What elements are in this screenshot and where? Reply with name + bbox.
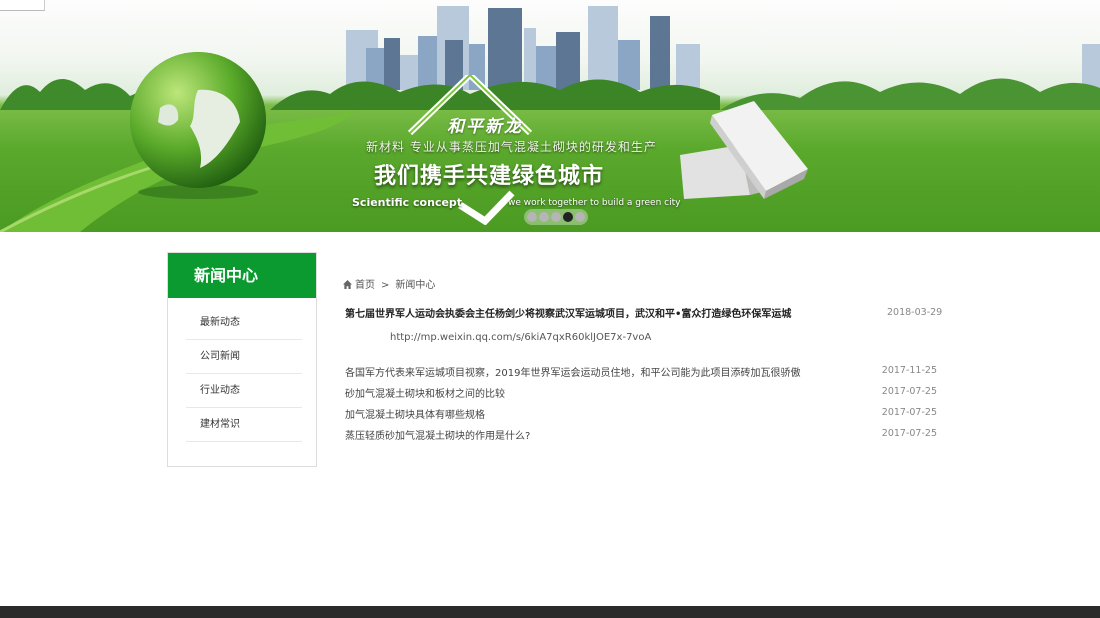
news-date: 2017-11-25 bbox=[881, 365, 937, 376]
carousel-dot[interactable] bbox=[527, 212, 537, 222]
list-item: 蒸压轻质砂加气混凝土砌块的作用是什么? 2017-07-25 bbox=[345, 427, 937, 448]
list-item: 砂加气混凝土砌块和板材之间的比较 2017-07-25 bbox=[345, 385, 937, 406]
news-title-link[interactable]: 砂加气混凝土砌块和板材之间的比较 bbox=[345, 385, 505, 400]
carousel-dot-active[interactable] bbox=[563, 212, 573, 222]
breadcrumb-separator: > bbox=[381, 280, 390, 291]
breadcrumb-current: 新闻中心 bbox=[395, 280, 436, 291]
banner-concept-text: Scientific concept bbox=[352, 196, 463, 209]
carousel-dot[interactable] bbox=[551, 212, 561, 222]
banner-slogan: 我们携手共建绿色城市 bbox=[374, 164, 605, 189]
hero-banner: 和平新龙 新材料 专业从事蒸压加气混凝土砌块的研发和生产 我们携手共建绿色城市 … bbox=[0, 0, 1100, 232]
sidebar-item-industry-news[interactable]: 行业动态 bbox=[186, 374, 302, 408]
news-title-link[interactable]: 蒸压轻质砂加气混凝土砌块的作用是什么? bbox=[345, 427, 530, 442]
news-title-link[interactable]: 各国军方代表来军运城项目视察，2019年世界军运会运动员住地，和平公司能为此项目… bbox=[345, 364, 800, 379]
list-item: 各国军方代表来军运城项目视察，2019年世界军运会运动员住地，和平公司能为此项目… bbox=[345, 364, 937, 385]
news-date: 2017-07-25 bbox=[881, 428, 937, 439]
sidebar-title: 新闻中心 bbox=[168, 253, 316, 298]
banner-subtitle: 新材料 专业从事蒸压加气混凝土砌块的研发和生产 bbox=[366, 140, 657, 154]
featured-news-title[interactable]: 第七届世界军人运动会执委会主任杨剑少将视察武汉军运城项目，武汉和平•富众打造绿色… bbox=[345, 305, 865, 320]
carousel-dot[interactable] bbox=[539, 212, 549, 222]
breadcrumb-home-link[interactable]: 首页 bbox=[355, 280, 375, 291]
sidebar-menu: 最新动态 公司新闻 行业动态 建材常识 bbox=[168, 298, 316, 442]
carousel-dots bbox=[524, 209, 588, 225]
home-icon bbox=[343, 280, 352, 289]
news-date: 2017-07-25 bbox=[881, 407, 937, 418]
news-title-link[interactable]: 加气混凝土砌块具体有哪些规格 bbox=[345, 406, 485, 421]
sidebar: 新闻中心 最新动态 公司新闻 行业动态 建材常识 bbox=[167, 252, 317, 467]
footer-bar bbox=[0, 606, 1100, 618]
news-date: 2017-07-25 bbox=[881, 386, 937, 397]
sidebar-item-building-knowledge[interactable]: 建材常识 bbox=[186, 408, 302, 442]
featured-news-url[interactable]: http://mp.weixin.qq.com/s/6kiA7qxR60klJO… bbox=[390, 332, 651, 343]
breadcrumb: 首页 > 新闻中心 bbox=[343, 276, 435, 291]
carousel-dot[interactable] bbox=[575, 212, 585, 222]
news-list: 各国军方代表来军运城项目视察，2019年世界军运会运动员住地，和平公司能为此项目… bbox=[345, 364, 937, 448]
sidebar-item-latest[interactable]: 最新动态 bbox=[186, 306, 302, 340]
banner-brand-name: 和平新龙 bbox=[447, 117, 523, 137]
sidebar-item-company-news[interactable]: 公司新闻 bbox=[186, 340, 302, 374]
green-globe-icon bbox=[130, 52, 266, 199]
list-item: 加气混凝土砌块具体有哪些规格 2017-07-25 bbox=[345, 406, 937, 427]
banner-together-text: we work together to build a green city bbox=[508, 198, 681, 208]
featured-news-date: 2018-03-29 bbox=[887, 307, 943, 318]
